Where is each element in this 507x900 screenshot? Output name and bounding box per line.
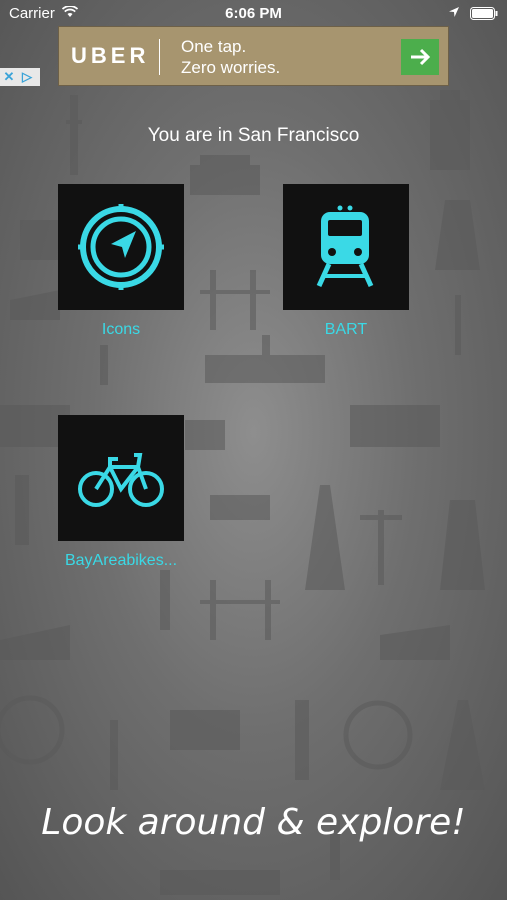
bicycle-icon [78,453,164,507]
tile-bayareabikes-label[interactable]: BayAreabikes... [31,552,211,570]
status-bar: Carrier 6:06 PM [0,0,507,28]
compass-icon [78,204,164,290]
ad-go-button[interactable] [401,39,439,75]
train-icon [316,205,374,288]
ad-divider [159,39,160,75]
tile-bart[interactable]: BART [256,184,436,339]
tile-icons[interactable]: Icons [31,184,211,339]
tagline: Look around & explore! [41,802,466,843]
ad-text-line1: One tap. [181,37,247,56]
ad-text-line2: Zero worries. [181,58,281,77]
tile-icons-label[interactable]: Icons [31,321,211,339]
tile-bayareabikes-button[interactable] [58,415,184,541]
location-services-icon [449,7,459,17]
adchoices-badge[interactable]: ✕ ▷ [0,68,40,86]
arrow-right-icon [411,48,431,66]
ad-brand: UBER [71,43,150,68]
battery-icon [470,7,498,20]
close-ad-icon[interactable]: ✕ [0,68,18,86]
location-label: You are in San Francisco [147,125,360,146]
tile-bayareabikes[interactable]: BayAreabikes... [31,415,211,570]
tile-bart-label[interactable]: BART [256,321,436,339]
clock: 6:06 PM [225,5,282,22]
tile-icons-button[interactable] [58,184,184,310]
uber-ad-banner[interactable]: UBER One tap. Zero worries. [58,26,449,86]
adchoices-icon[interactable]: ▷ [18,68,36,86]
tile-bart-button[interactable] [283,184,409,310]
